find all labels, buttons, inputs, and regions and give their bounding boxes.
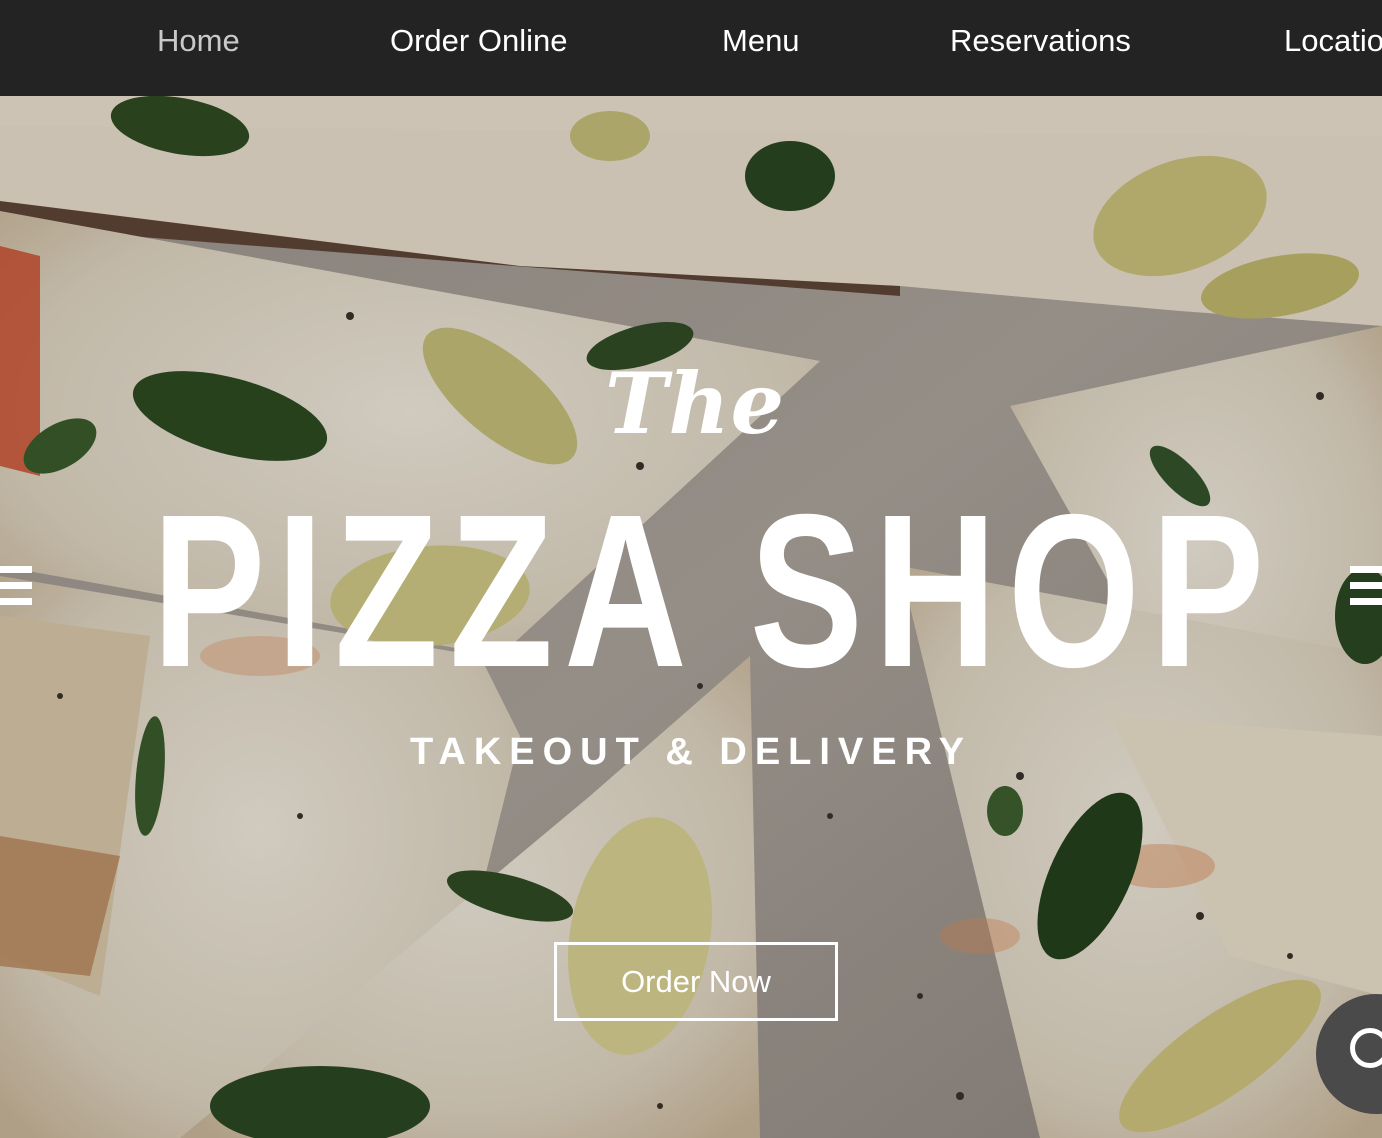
top-navigation: Home Order Online Menu Reservations Loca…	[0, 0, 1382, 96]
page: Home Order Online Menu Reservations Loca…	[0, 0, 1382, 1138]
hero-title-script: The	[604, 354, 786, 453]
decorative-lines-icon	[0, 566, 32, 622]
hero-subtitle: TAKEOUT & DELIVERY	[409, 731, 973, 773]
decorative-lines-icon	[1350, 566, 1382, 622]
nav-item-locations[interactable]: Locatio	[1284, 22, 1382, 60]
nav-item-order-online[interactable]: Order Online	[390, 22, 567, 60]
chat-icon	[1350, 1028, 1382, 1068]
order-now-button[interactable]: Order Now	[554, 942, 838, 1021]
nav-item-reservations[interactable]: Reservations	[950, 22, 1131, 60]
nav-item-home[interactable]: Home	[157, 22, 240, 60]
nav-item-menu[interactable]: Menu	[722, 22, 800, 60]
hero-section: The PIZZA SHOP TAKEOUT & DELIVERY Order …	[0, 96, 1382, 1138]
hero-title: PIZZA SHOP	[152, 470, 1276, 713]
